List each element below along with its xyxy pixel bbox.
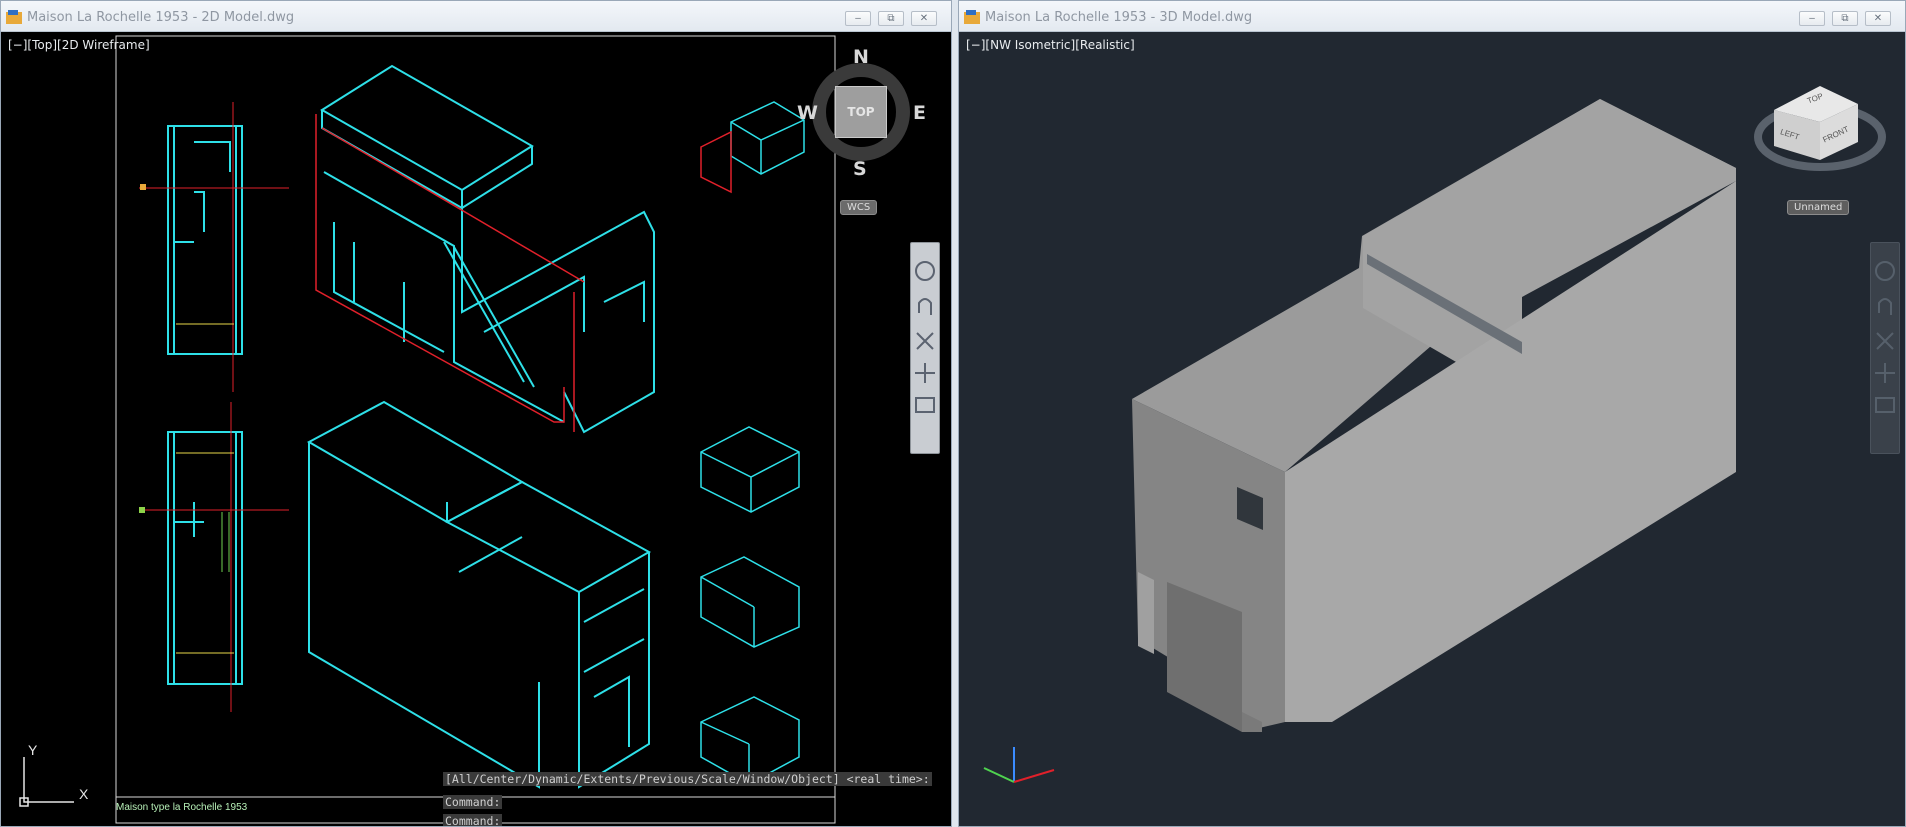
- app-icon: [964, 10, 980, 24]
- window-title: Maison La Rochelle 1953 - 2D Model.dwg: [27, 10, 295, 25]
- small-views: [700, 101, 805, 785]
- drawing-window-2d[interactable]: Maison La Rochelle 1953 - 2D Model.dwg –…: [0, 0, 952, 827]
- viewport-2d[interactable]: [−][Top][2D Wireframe] Maison type la Ro…: [4, 32, 948, 826]
- floor-plan-lower: [139, 402, 289, 712]
- ucs-menu[interactable]: WCS: [840, 200, 878, 215]
- command-line-2[interactable]: Command:: [443, 814, 503, 826]
- showmotion-icon: [915, 397, 935, 413]
- sheet-title: Maison type la Rochelle 1953: [116, 802, 248, 813]
- zoom-icon: [1876, 332, 1894, 350]
- app-icon: [6, 10, 22, 24]
- viewport-3d[interactable]: [−][NW Isometric][Realistic] TOP LEFT FR…: [962, 32, 1902, 826]
- wireframe-drawing: [19, 35, 910, 824]
- window-title: Maison La Rochelle 1953 - 3D Model.dwg: [985, 10, 1253, 25]
- close-button[interactable]: ✕: [1865, 11, 1891, 26]
- realistic-model: [983, 86, 1886, 783]
- showmotion-icon: [1875, 397, 1895, 413]
- drawing-window-3d[interactable]: Maison La Rochelle 1953 - 3D Model.dwg –…: [958, 0, 1906, 827]
- steering-wheel-icon: [915, 261, 935, 281]
- ucs-y-label: Y: [28, 742, 38, 758]
- compass-west[interactable]: W: [797, 102, 818, 124]
- title-bar[interactable]: Maison La Rochelle 1953 - 3D Model.dwg –…: [959, 1, 1905, 32]
- pan-icon: [918, 298, 932, 315]
- sheet-border: [115, 35, 836, 824]
- minimize-button[interactable]: –: [845, 11, 871, 26]
- ucs-x-label: X: [79, 786, 89, 802]
- ucs-menu[interactable]: Unnamed: [1787, 200, 1850, 215]
- title-bar[interactable]: Maison La Rochelle 1953 - 2D Model.dwg –…: [1, 1, 951, 32]
- restore-button[interactable]: ⧉: [1832, 11, 1858, 26]
- section-isometric: [320, 64, 655, 434]
- close-button[interactable]: ✕: [911, 11, 937, 26]
- section-cut-lines: [315, 114, 585, 432]
- steering-wheel-icon: [1875, 261, 1895, 281]
- restore-button[interactable]: ⧉: [878, 11, 904, 26]
- minimize-button[interactable]: –: [1799, 11, 1825, 26]
- compass-north[interactable]: N: [853, 46, 869, 68]
- viewcube-top-face[interactable]: TOP: [835, 86, 887, 138]
- compass-south[interactable]: S: [853, 158, 867, 180]
- floor-plan-upper: [139, 102, 289, 392]
- ucs-icon: [19, 757, 74, 807]
- navigation-bar[interactable]: [1870, 242, 1900, 454]
- orbit-icon: [915, 363, 935, 383]
- small-view-section: [700, 130, 732, 194]
- ucs-icon-3d: [983, 747, 1055, 783]
- main-isometric: [306, 400, 652, 789]
- left-pilotis: [1138, 572, 1154, 654]
- pan-icon: [1878, 298, 1892, 315]
- command-prompt-history: [All/Center/Dynamic/Extents/Previous/Sca…: [443, 772, 932, 786]
- navigation-bar[interactable]: [910, 242, 940, 454]
- orbit-icon: [1875, 363, 1895, 383]
- command-line-1[interactable]: Command:: [443, 795, 503, 809]
- zoom-icon: [916, 332, 934, 350]
- compass-east[interactable]: E: [913, 102, 926, 124]
